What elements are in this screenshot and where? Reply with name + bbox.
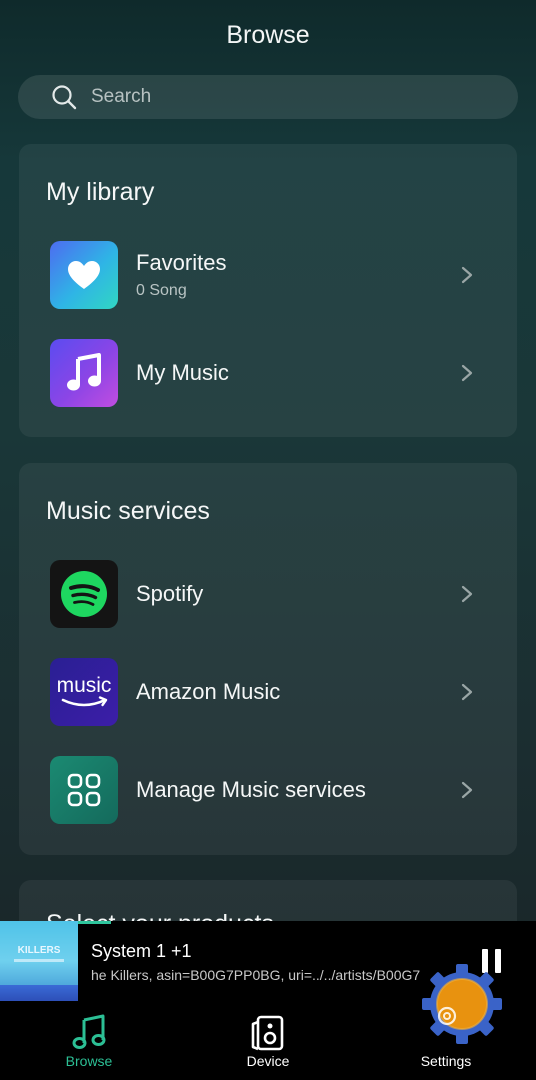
my-music-label: My Music <box>136 360 229 385</box>
tab-device-label: Device <box>246 1053 290 1069</box>
amazon-music-icon: music <box>50 658 118 726</box>
settings-gear-icon[interactable] <box>418 960 506 1048</box>
favorites-row[interactable]: Favorites 0 Song <box>19 233 517 317</box>
page-title: Browse <box>226 20 310 49</box>
music-services-title: Music services <box>46 497 210 525</box>
search-bar[interactable] <box>18 75 518 119</box>
amazon-music-icon-text: music <box>57 674 112 697</box>
favorites-count: 0 Song <box>136 282 187 299</box>
now-playing-subtitle: he Killers, asin=B00G7PP0BG, uri=../../a… <box>91 967 421 983</box>
playback-progress-bar <box>78 921 111 924</box>
tab-browse[interactable]: Browse <box>29 1001 149 1080</box>
my-library-card: My library Favorites 0 Song My Music <box>19 144 517 437</box>
tab-settings-label: Settings <box>420 1053 472 1069</box>
music-services-card: Music services Spotify music Amazon Musi… <box>19 463 517 855</box>
manage-music-services-label: Manage Music services <box>136 777 366 802</box>
album-art-text: KILLERS <box>17 945 61 956</box>
tab-browse-label: Browse <box>65 1053 113 1069</box>
chevron-right-icon <box>452 579 482 609</box>
my-library-title: My library <box>46 178 155 206</box>
album-art-skyline <box>0 985 78 1001</box>
search-input[interactable] <box>91 86 471 108</box>
chevron-right-icon <box>452 358 482 388</box>
spotify-row[interactable]: Spotify <box>19 552 517 636</box>
chevron-right-icon <box>452 677 482 707</box>
page-header: Browse <box>0 0 536 70</box>
manage-music-services-row[interactable]: Manage Music services <box>19 748 517 832</box>
my-music-row[interactable]: My Music <box>19 331 517 415</box>
album-art-subtitle-line <box>14 959 64 962</box>
spotify-icon <box>50 560 118 628</box>
album-art[interactable]: KILLERS <box>0 921 78 1001</box>
chevron-right-icon <box>452 260 482 290</box>
grid-icon <box>50 756 118 824</box>
now-playing-title: System 1 +1 <box>91 941 192 961</box>
heart-icon <box>50 241 118 309</box>
speaker-icon <box>248 1013 288 1051</box>
spotify-label: Spotify <box>136 581 204 606</box>
music-note-icon <box>69 1013 109 1051</box>
tab-device[interactable]: Device <box>208 1001 328 1080</box>
music-note-icon <box>50 339 118 407</box>
chevron-right-icon <box>452 775 482 805</box>
search-icon <box>51 84 77 110</box>
amazon-music-label: Amazon Music <box>136 679 281 704</box>
favorites-label: Favorites <box>136 250 227 275</box>
amazon-music-row[interactable]: music Amazon Music <box>19 650 517 734</box>
